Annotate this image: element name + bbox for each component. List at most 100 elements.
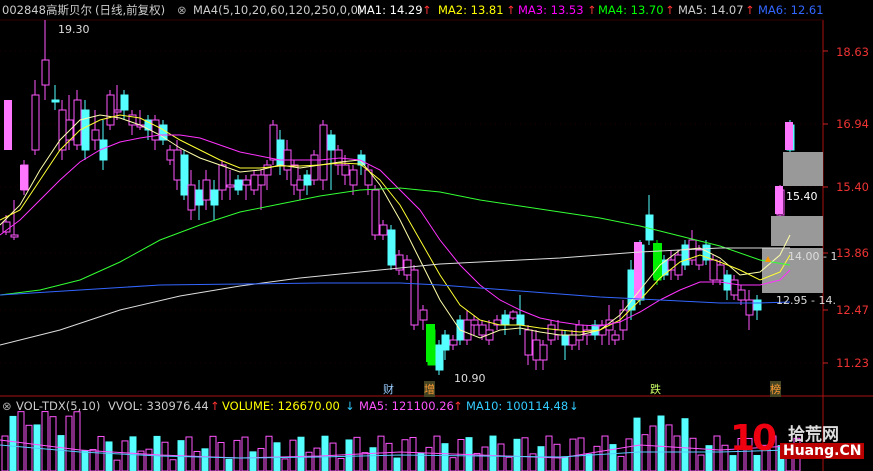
ma-line-white xyxy=(0,114,791,339)
volume-bar xyxy=(201,448,209,471)
volume-bar xyxy=(153,435,161,471)
candlestick xyxy=(234,179,243,191)
candlestick xyxy=(41,59,50,86)
candlestick xyxy=(319,124,328,181)
volume-bar xyxy=(481,446,489,471)
candlestick xyxy=(173,149,182,181)
candlestick xyxy=(310,154,319,181)
volume-bar xyxy=(425,446,433,471)
candlestick xyxy=(202,179,211,201)
volume-bar xyxy=(289,439,297,471)
vvol-arrow: ↑ xyxy=(210,399,220,413)
candlestick xyxy=(81,109,90,151)
event-marker-ranking[interactable]: 榜 xyxy=(770,381,781,397)
volume-bar xyxy=(121,440,129,471)
candlestick xyxy=(51,99,60,103)
volume-indicator-name: VOL-TDX(5,10) xyxy=(16,399,101,413)
candlestick xyxy=(611,334,620,341)
forecast-box xyxy=(783,152,823,186)
event-marker-issue[interactable]: 增 xyxy=(424,381,435,397)
candlestick xyxy=(166,149,175,161)
low-price-label: 10.90 xyxy=(454,372,486,385)
candlestick xyxy=(327,134,336,151)
volume-bar xyxy=(561,456,569,471)
candlestick xyxy=(716,264,725,281)
volume-bar xyxy=(73,411,81,471)
volume-bar xyxy=(393,457,401,471)
volume-bar xyxy=(169,459,177,471)
volume-bar xyxy=(17,411,25,471)
volume-bar xyxy=(105,441,113,471)
volume-bar xyxy=(585,453,593,471)
limit-up-candle xyxy=(785,122,793,150)
limit-up-candle xyxy=(20,165,28,190)
candlestick xyxy=(441,334,450,351)
candlestick xyxy=(524,329,533,356)
volume-bar xyxy=(601,435,609,471)
candlestick xyxy=(106,94,115,126)
candlestick xyxy=(709,259,718,281)
candlestick xyxy=(695,249,704,266)
candlestick xyxy=(379,224,388,236)
price-axis-label: 16.94 xyxy=(836,117,869,131)
volume-header: ⊗ VOL-TDX(5,10) VVOL: 330976.44 ↑ VOLUME… xyxy=(0,398,873,414)
volume-bar xyxy=(377,435,385,471)
volume-arrow: ↓ xyxy=(345,399,355,413)
vvol-value: VVOL: 330976.44 xyxy=(108,399,209,413)
ma-line-yellow xyxy=(0,114,791,333)
volume-bar xyxy=(497,443,505,471)
candlestick xyxy=(371,189,380,236)
event-marker-finance[interactable]: 财 xyxy=(383,381,394,397)
event-marker-drop[interactable]: 跌 xyxy=(650,381,661,397)
volume-bar xyxy=(265,435,273,471)
candlestick xyxy=(509,311,518,319)
ma-line-blue xyxy=(0,282,791,304)
volume-bar xyxy=(537,446,545,471)
volume-value: VOLUME: 126670.00 xyxy=(222,399,340,413)
high-price-label: 19.30 xyxy=(58,23,90,36)
volume-bar xyxy=(545,435,553,471)
candlestick xyxy=(31,94,40,151)
candlestick xyxy=(303,174,312,186)
candlestick xyxy=(737,289,746,301)
volume-bar xyxy=(337,457,345,471)
candlestick xyxy=(10,234,19,238)
volume-bar xyxy=(249,451,257,471)
candlestick xyxy=(449,339,458,346)
watermark-number: 10 xyxy=(730,418,777,459)
volume-bar xyxy=(305,451,313,471)
candlestick xyxy=(501,314,510,326)
volume-bar xyxy=(409,436,417,471)
watermark-logo: 10 拾荒网 Huang.CN xyxy=(730,418,870,468)
volume-menu-icon[interactable]: ⊗ xyxy=(2,398,12,414)
volume-bar xyxy=(697,454,705,471)
candlestick xyxy=(257,174,266,186)
candlestick xyxy=(226,184,235,188)
candlestick xyxy=(180,154,189,196)
volume-bar xyxy=(241,436,249,471)
price-axis-label: 15.40 xyxy=(836,180,869,194)
candlestick xyxy=(242,179,251,186)
volume-bar xyxy=(521,437,529,471)
candlestick xyxy=(532,339,541,361)
volume-bar xyxy=(369,447,377,471)
volume-bar xyxy=(489,435,497,471)
volume-bar xyxy=(49,416,57,471)
volume-bar xyxy=(617,455,625,471)
box-upper-label: 15.40 xyxy=(786,190,818,203)
volume-bar xyxy=(145,448,153,471)
volume-bar xyxy=(41,411,49,471)
candlestick xyxy=(753,299,762,311)
limit-down-candle xyxy=(426,324,435,362)
volume-bar xyxy=(681,418,689,471)
volume-ma5-value: MA5: 121100.26 xyxy=(359,399,454,413)
volume-ma10-value: MA10: 100114.48 xyxy=(466,399,569,413)
volume-bar xyxy=(113,459,121,471)
volume-bar xyxy=(385,442,393,471)
candlestick xyxy=(681,244,690,266)
volume-bar xyxy=(505,456,513,471)
candlestick xyxy=(745,299,754,316)
candlestick xyxy=(410,269,419,326)
volume-bar xyxy=(657,415,665,471)
price-axis-label: 18.63 xyxy=(836,45,869,59)
